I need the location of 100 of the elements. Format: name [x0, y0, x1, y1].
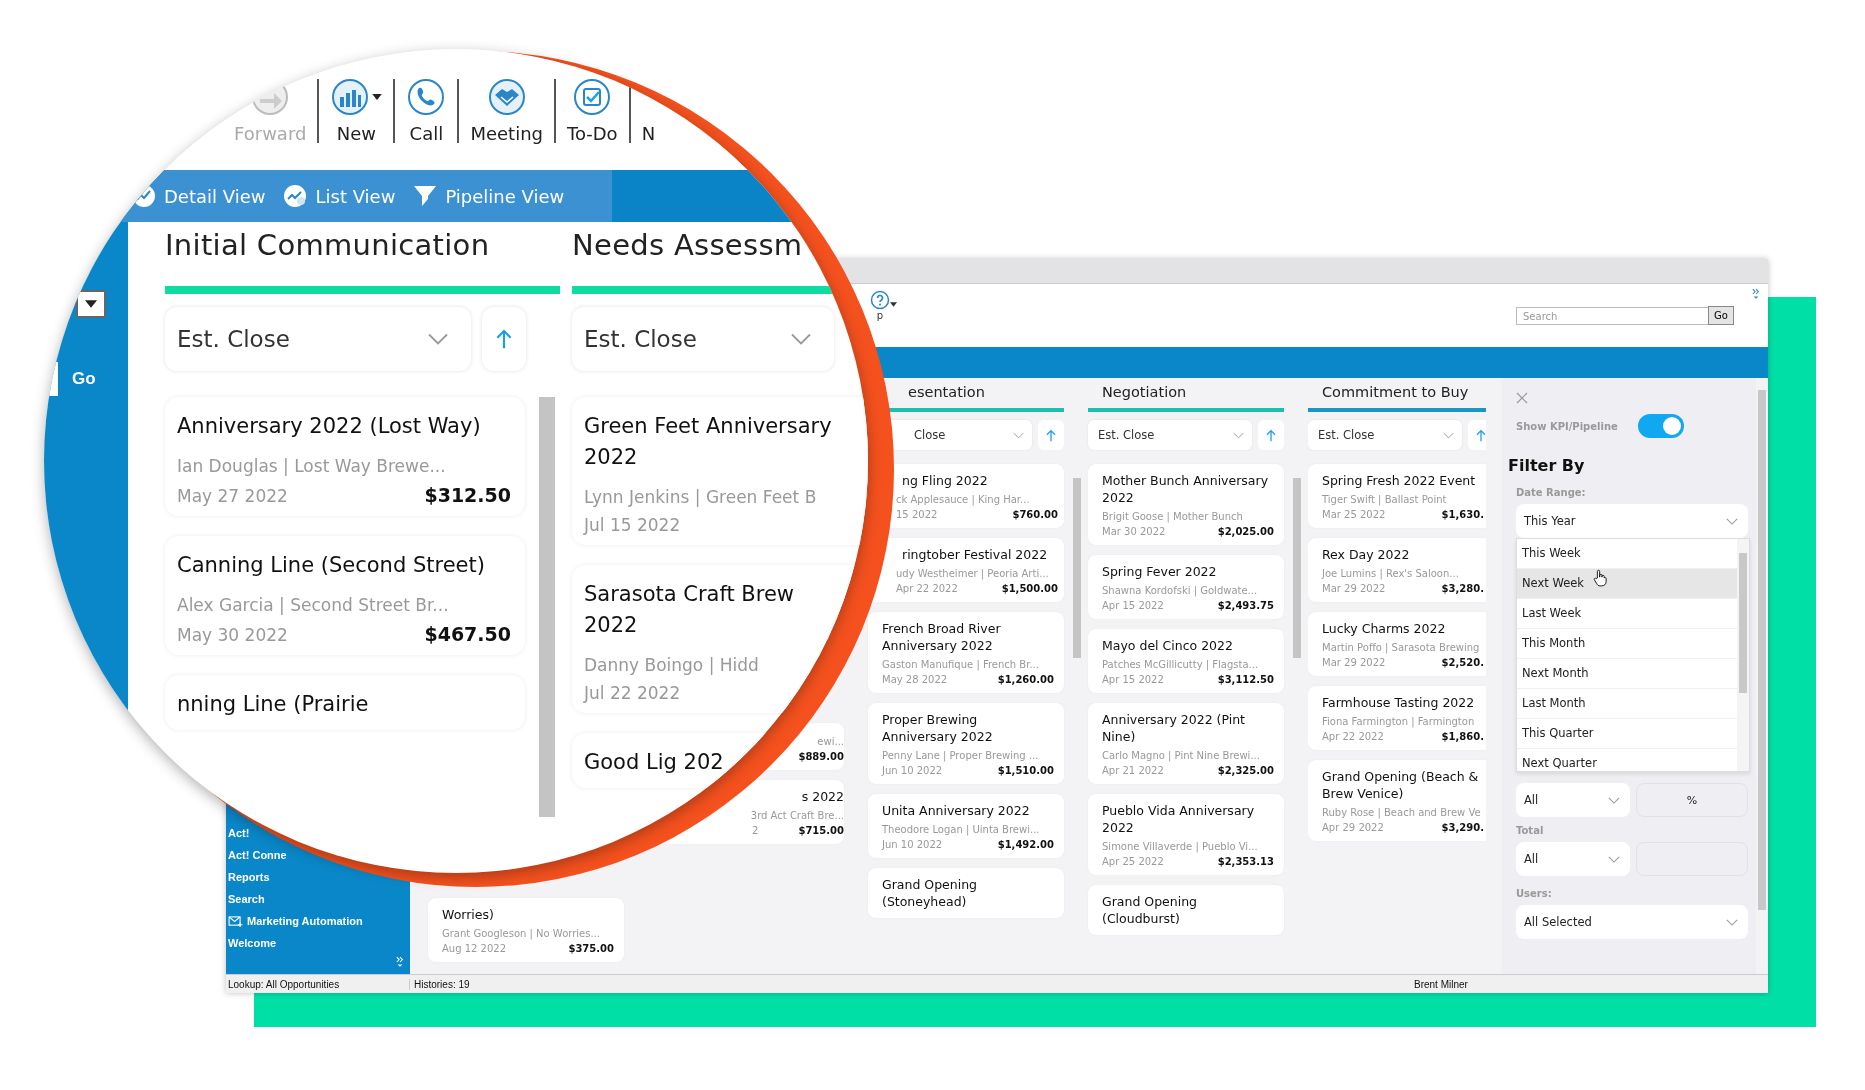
help-icon	[870, 290, 890, 310]
dropdown-button[interactable]	[76, 290, 106, 318]
toolbar-button[interactable]: New	[326, 75, 387, 147]
close-icon[interactable]	[1516, 392, 1528, 404]
deal-title: s 2022	[800, 788, 844, 805]
deal-card[interactable]: Rex Day 2022 Joe Lumins | Rex's Saloon... Mar 29 2022 $3,280.	[1308, 538, 1486, 602]
deal-card[interactable]: Canning Line (Second Street) Alex Garcia | Second Street Br... May 30 2022 $467.50	[165, 536, 525, 655]
deal-card[interactable]: Grand Opening (Cloudburst)	[1088, 885, 1284, 935]
go-button[interactable]: Go	[72, 369, 96, 389]
deal-card[interactable]: nning Line (Prairie	[165, 675, 525, 730]
deal-card[interactable]: Unita Anniversary 2022 Theodore Logan | Uinta Brewi... Jun 10 2022 $1,492.00	[868, 794, 1064, 858]
deal-card[interactable]: Green Feet Anniversary 2022 Lynn Jenkins | Green Feet B Jul 15 2022	[572, 397, 868, 545]
deal-date: Apr 22 2022	[1322, 731, 1384, 742]
total-dropdown[interactable]: All	[1516, 842, 1630, 876]
deal-card[interactable]: Spring Fresh 2022 Event Tiger Swift | Ballast Point Mar 25 2022 $1,630.	[1308, 464, 1486, 528]
deal-contact: Alex Garcia | Second Street Br...	[177, 595, 450, 615]
deal-card[interactable]: Farmhouse Tasting 2022 Fiona Farmington | Farmington Apr 22 2022 $1,860.	[1308, 686, 1486, 750]
deal-card[interactable]: Mother Bunch Anniversary 2022 Brigit Goose | Mother Bunch Mar 30 2022 $2,025.00	[1088, 464, 1284, 545]
go-button[interactable]: Go	[1708, 306, 1734, 325]
deal-title: Worries)	[442, 906, 495, 923]
deal-title: Sarasota Craft Brew 2022	[584, 581, 796, 639]
deal-amount: $467.50	[424, 623, 511, 645]
deal-contact: udy Westheimer | Peoria Arti...	[896, 568, 1050, 579]
toolbar-button[interactable]: Meeting	[466, 75, 547, 147]
double-chevron-icon[interactable]	[396, 956, 404, 968]
deal-contact: Grant Googleson | No Worries...	[442, 928, 601, 939]
deal-date: Aug 12 2022	[442, 943, 507, 954]
deal-date: Jul 22 2022	[584, 683, 681, 703]
deal-amount: $2,520.	[1441, 657, 1484, 668]
sort-direction-button[interactable]	[1038, 420, 1064, 450]
deal-contact: Ruby Rose | Beach and Brew Ve	[1322, 807, 1482, 818]
toolbar-button[interactable]: To-Do	[562, 75, 622, 147]
deal-date: Apr 25 2022	[1102, 856, 1164, 867]
arrow-up-icon	[1046, 428, 1056, 442]
toggle-label: Show KPI/Pipeline	[1516, 420, 1618, 432]
dropdown-option[interactable]: Next Quarter	[1517, 749, 1737, 779]
sort-direction-button[interactable]	[1258, 420, 1284, 450]
toggle-switch[interactable]	[1637, 414, 1684, 438]
deal-amount: $1,492.00	[997, 839, 1054, 850]
deal-title: Grand Opening (Stoneyhead)	[882, 876, 979, 910]
deal-card[interactable]: Grand Opening (Stoneyhead)	[868, 868, 1064, 918]
deal-contact: Danny Boingo | Hidd	[584, 655, 760, 675]
sort-dropdown[interactable]: Est. Close	[1088, 420, 1252, 450]
bar-chart-icon	[330, 77, 371, 117]
deal-date: Jun 10 2022	[882, 839, 943, 850]
toolbar-button[interactable]: N	[637, 75, 660, 147]
sidebar-item[interactable]: Marketing Automation	[226, 910, 410, 932]
deal-contact: Simone Villaverde | Pueblo Vi...	[1102, 841, 1259, 852]
deal-card[interactable]: Mayo del Cinco 2022 Patches McGillicutty | Flagsta... Apr 15 2022 $3,112.50	[1088, 629, 1284, 693]
deal-amount: $715.00	[798, 825, 844, 836]
deal-amount: $1,260.00	[997, 674, 1054, 685]
scrollbar[interactable]	[1737, 539, 1749, 771]
deal-amount: $1,500.00	[1001, 583, 1058, 594]
help-button[interactable]: p	[866, 290, 894, 321]
scrollbar[interactable]	[539, 397, 555, 817]
deal-amount: $312.50	[424, 484, 511, 506]
deal-card[interactable]: Pueblo Vida Anniversary 2022 Simone Villaverde | Pueblo Vi... Apr 25 2022 $2,353.13	[1088, 794, 1284, 875]
deal-contact: Gaston Manufique | French Br...	[882, 659, 1040, 670]
deal-card[interactable]: Grand Opening (Beach & Brew Venice) Ruby Rose | Beach and Brew Ve Apr 29 2022 $3,290.	[1308, 760, 1486, 841]
deal-contact: Tiger Swift | Ballast Point	[1322, 494, 1448, 505]
probability-dropdown[interactable]: All	[1516, 783, 1630, 817]
search-field[interactable]: Search	[1516, 307, 1710, 325]
arrow-up-icon	[1476, 428, 1486, 442]
percent-field[interactable]: %	[1636, 783, 1748, 817]
deal-card[interactable]: Anniversary 2022 (Pint Nine) Carlo Magno | Pint Nine Brewi... Apr 21 2022 $2,325.00	[1088, 703, 1284, 784]
deal-title: Rex Day 2022	[1322, 546, 1411, 563]
deal-card[interactable]: Proper Brewing Anniversary 2022 Penny Lane | Proper Brewing ... Jun 10 2022 $1,510.00	[868, 703, 1064, 784]
deal-contact: Lynn Jenkins | Green Feet B	[584, 487, 818, 507]
dropdown-option[interactable]: Next Week	[1517, 569, 1737, 599]
sidebar-item[interactable]: Welcome	[226, 932, 410, 954]
deal-date: May 28 2022	[882, 674, 948, 685]
sort-direction-button[interactable]	[482, 307, 526, 371]
deal-date: Apr 29 2022	[1322, 822, 1384, 833]
scrollbar[interactable]	[1756, 378, 1768, 974]
deal-contact: ewi...	[816, 736, 844, 747]
caret-icon	[372, 94, 383, 100]
sort-dropdown[interactable]: Est. Close	[1308, 420, 1462, 450]
phone-icon	[406, 77, 447, 117]
deal-title: Anniversary 2022 (Pint Nine)	[1102, 711, 1246, 745]
sort-dropdown[interactable]: Est. Close	[165, 307, 471, 371]
deal-title: Anniversary 2022 (Lost Way)	[177, 413, 482, 440]
double-chevron-icon[interactable]	[1752, 288, 1760, 300]
deal-date: Apr 21 2022	[1102, 765, 1164, 776]
deal-card[interactable]: Spring Fever 2022 Shawna Kordofski | Goldwate... Apr 15 2022 $2,493.75	[1088, 555, 1284, 619]
deal-contact: Joe Lumins | Rex's Saloon...	[1322, 568, 1460, 579]
deal-card[interactable]: French Broad River Anniversary 2022 Gaston Manufique | French Br... May 28 2022 $1,260.00	[868, 612, 1064, 693]
deal-contact: Brigit Goose | Mother Bunch	[1102, 511, 1244, 522]
deal-title: Good Lig 202	[584, 749, 724, 776]
deal-card[interactable]: Anniversary 2022 (Lost Way) Ian Douglas | Lost Way Brewe... May 27 2022 $312.50	[165, 397, 525, 516]
deal-contact: ck Applesauce | King Har...	[896, 494, 1031, 505]
sidebar-item[interactable]: Search	[226, 888, 410, 910]
date-range-dropdown[interactable]: This Year	[1516, 504, 1748, 538]
deal-title: nning Line (Prairie	[177, 691, 370, 718]
toolbar-button[interactable]: Call	[402, 75, 451, 147]
arrow-up-icon	[496, 328, 512, 350]
deal-card[interactable]: Lucky Charms 2022 Martin Poffo | Sarasota Brewing Mar 29 2022 $2,520.	[1308, 612, 1486, 676]
sort-dropdown[interactable]: Est. Close	[572, 307, 834, 371]
users-dropdown[interactable]: All Selected	[1516, 905, 1748, 939]
deal-card[interactable]: Worries) Grant Googleson | No Worries... Aug 12 2022 $375.00	[428, 898, 624, 962]
column-title: Needs Assessm	[572, 227, 804, 264]
